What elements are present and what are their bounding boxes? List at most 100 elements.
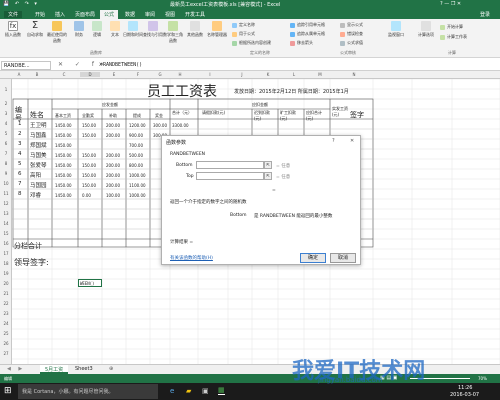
help-link[interactable]: 有关该函数的帮助(H) [170,255,213,261]
cell-base[interactable]: 1450.00 [55,163,72,168]
formula-input[interactable]: =RANDBETWEEN() [100,62,142,68]
cell-base[interactable]: 1450.00 [55,193,72,198]
dialog-help-button[interactable]: ? [332,138,335,144]
cell-base[interactable]: 1450.00 [55,173,72,178]
show-formulas-button[interactable]: 显示公式 [340,22,363,28]
cell-bonus[interactable]: 500.00 [129,153,143,158]
tab-formulas[interactable]: 公式 [100,10,119,19]
autosum-button[interactable]: Σ 自动求和 [24,21,46,38]
login-label[interactable]: 登录 [480,11,490,18]
cell-sub[interactable]: 200.00 [106,173,120,178]
cell-bonus[interactable]: 1100.00 [129,183,146,188]
row-header[interactable]: 24 [0,321,12,326]
row-header[interactable]: 2 [0,101,12,106]
cell-base[interactable]: 1450.00 [55,123,72,128]
row-header[interactable]: 23 [0,311,12,316]
cell-base[interactable]: 1450.00 [55,133,72,138]
cell-perf[interactable]: 150.00 [82,183,96,188]
more-functions-button[interactable]: 其他函数 [184,21,206,38]
row-header[interactable]: 3 [0,111,12,116]
cell-bonus[interactable]: 800.00 [129,163,143,168]
col-header[interactable]: H [170,72,190,77]
row-header[interactable]: 10 [0,181,12,186]
explorer-icon[interactable]: ▰ [186,387,191,395]
cell-sub[interactable]: 200.00 [106,183,120,188]
window-controls[interactable]: ? — ❐ ✕ [440,1,461,7]
col-header[interactable]: F [128,72,148,77]
arg-bottom-input[interactable] [196,161,264,169]
row-header[interactable]: 5 [0,131,12,136]
quick-access-toolbar[interactable]: 💾 ↶ ↷ ▾ [3,1,39,7]
cell-perf[interactable]: 150.00 [82,123,96,128]
sheet-tab[interactable]: Sheet3 [70,365,98,374]
row-header[interactable]: 18 [0,261,12,266]
cell-perf[interactable]: 0.00 [82,193,91,198]
row-header[interactable]: 16 [0,241,12,246]
col-header[interactable]: D [80,72,100,77]
cell-bonus[interactable]: 1200.00 [129,123,146,128]
cancel-button[interactable]: 取消 [330,253,356,263]
cortana-search[interactable]: 我是 Cortana，小娜。有问题尽管问我。 [22,388,113,395]
cell-bonus[interactable]: 900.00 [129,133,143,138]
row-header[interactable]: 12 [0,201,12,206]
cell-bonus[interactable]: 1000.00 [129,173,146,178]
recent-functions-button[interactable]: 最近使用的函数 [46,21,68,44]
cell-sub[interactable]: 200.00 [106,163,120,168]
create-from-selection-button[interactable]: 根据所选内容创建 [232,40,271,46]
cell-ot[interactable]: 300.00 [153,123,167,128]
store-icon[interactable]: ▣ [202,387,209,395]
evaluate-formula-button[interactable]: 公式求值 [340,40,363,46]
col-header[interactable]: L [284,72,304,77]
cell-sub[interactable]: 200.00 [106,133,120,138]
windows-start-icon[interactable]: ⊞ [4,386,12,396]
row-header[interactable]: 4 [0,121,12,126]
active-cell[interactable]: WEEN() [78,279,102,287]
calculate-now-button[interactable]: 开始计算 [440,24,463,30]
cell-no[interactable]: 5 [18,161,22,167]
row-header[interactable]: 11 [0,191,12,196]
cell-perf[interactable]: 150.00 [82,173,96,178]
calculation-options-button[interactable]: 计算选项 [415,21,437,38]
cell-sub[interactable]: 200.00 [106,153,120,158]
col-header[interactable]: B [30,72,44,77]
trace-precedents-button[interactable]: 追踪引用单元格 [290,22,325,28]
cell-no[interactable]: 6 [18,171,22,177]
cell-total[interactable]: 3300.00 [172,123,189,128]
col-header[interactable]: G [150,72,170,77]
row-header[interactable]: 17 [0,251,12,256]
collapse-dialog-icon[interactable]: ⇱ [264,172,272,180]
cell-bonus[interactable]: 700.00 [129,143,143,148]
error-checking-button[interactable]: 错误检查 [340,31,363,37]
math-trig-button[interactable]: 数学和三角函数 [162,21,184,44]
define-name-button[interactable]: 定义名称 [232,22,255,28]
cell-name[interactable]: 邓睿 [30,191,41,199]
cell-name[interactable]: 马国美 [30,151,47,159]
row-header[interactable]: 26 [0,341,12,346]
col-header[interactable]: C [54,72,74,77]
name-box[interactable]: RANDBE... [1,61,51,70]
row-header[interactable]: 15 [0,231,12,236]
add-sheet-icon[interactable]: ⊕ [104,365,118,374]
arg-top-input[interactable] [196,172,264,180]
tab-file[interactable]: 文件 [4,11,23,18]
use-in-formula-button[interactable]: 用于公式 [232,31,255,37]
row-header[interactable]: 27 [0,351,12,356]
zoom-level[interactable]: 70% [478,376,487,381]
tab-insert[interactable]: 插入 [55,11,65,18]
cell-base[interactable]: 1450.00 [55,153,72,158]
row-header[interactable]: 20 [0,281,12,286]
cell-perf[interactable]: 150.00 [82,153,96,158]
sheet-nav-arrows[interactable]: ◀ ▶ [2,365,30,374]
tab-data[interactable]: 数据 [125,11,135,18]
cell-name[interactable]: 马国园 [30,181,47,189]
cell-name[interactable]: 郑国斌 [30,141,47,149]
excel-taskbar-icon[interactable]: ▦ [218,386,225,395]
name-manager-button[interactable]: 名称管理器 [206,21,228,38]
row-header[interactable]: 8 [0,161,12,166]
col-header[interactable]: J [232,72,252,77]
edge-icon[interactable]: e [170,387,174,395]
tab-home[interactable]: 开始 [35,11,45,18]
ok-button[interactable]: 确定 [300,253,326,263]
insert-function-button[interactable]: fx 插入函数 [2,21,24,38]
tab-developer[interactable]: 开发工具 [185,11,205,18]
